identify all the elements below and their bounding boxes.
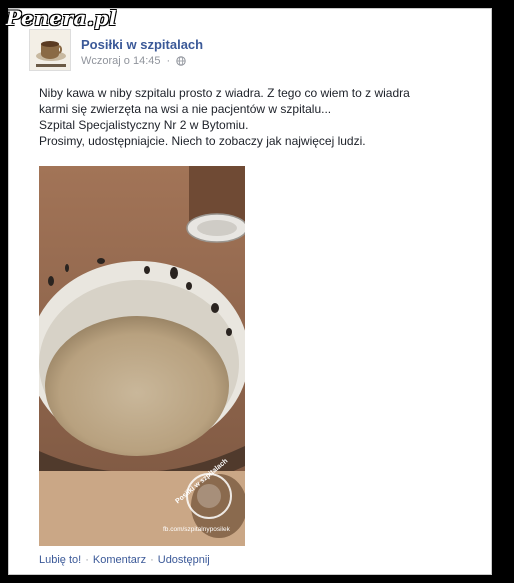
- photo-stamp-url: fb.com/szpitalnyposilek: [163, 526, 230, 533]
- comment-link[interactable]: Komentarz: [93, 554, 146, 566]
- page-name-link[interactable]: Posiłki w szpitalach: [81, 37, 203, 52]
- post-photo[interactable]: Posiłki w szpitalach fb.com/szpitalnypos…: [39, 166, 245, 546]
- globe-icon[interactable]: [176, 56, 186, 66]
- cup-logo-icon: [30, 30, 70, 70]
- page-avatar[interactable]: [29, 29, 71, 71]
- post-text-line: Niby kawa w niby szpitalu prosto z wiadr…: [39, 86, 410, 100]
- post-timestamp[interactable]: Wczoraj o 14:45: [81, 55, 160, 67]
- separator-dot: ·: [166, 55, 171, 67]
- action-separator: ·: [150, 554, 154, 566]
- site-watermark: Penera.pl: [6, 6, 118, 30]
- post-meta: Wczoraj o 14:45 ·: [81, 55, 186, 67]
- post-text-line: Szpital Specjalistyczny Nr 2 w Bytomiu.: [39, 118, 249, 132]
- share-link[interactable]: Udostępnij: [158, 554, 210, 566]
- post-card: Posiłki w szpitalach Wczoraj o 14:45 · N…: [8, 8, 492, 575]
- action-separator: ·: [85, 554, 89, 566]
- post-text: Niby kawa w niby szpitalu prosto z wiadr…: [39, 85, 479, 149]
- post-actions: Lubię to! · Komentarz · Udostępnij: [39, 554, 210, 566]
- like-link[interactable]: Lubię to!: [39, 554, 81, 566]
- bucket-photo: [39, 166, 245, 546]
- post-text-line: Prosimy, udostępniajcie. Niech to zobacz…: [39, 134, 366, 148]
- post-text-line: karmi się zwierzęta na wsi a nie pacjent…: [39, 102, 332, 116]
